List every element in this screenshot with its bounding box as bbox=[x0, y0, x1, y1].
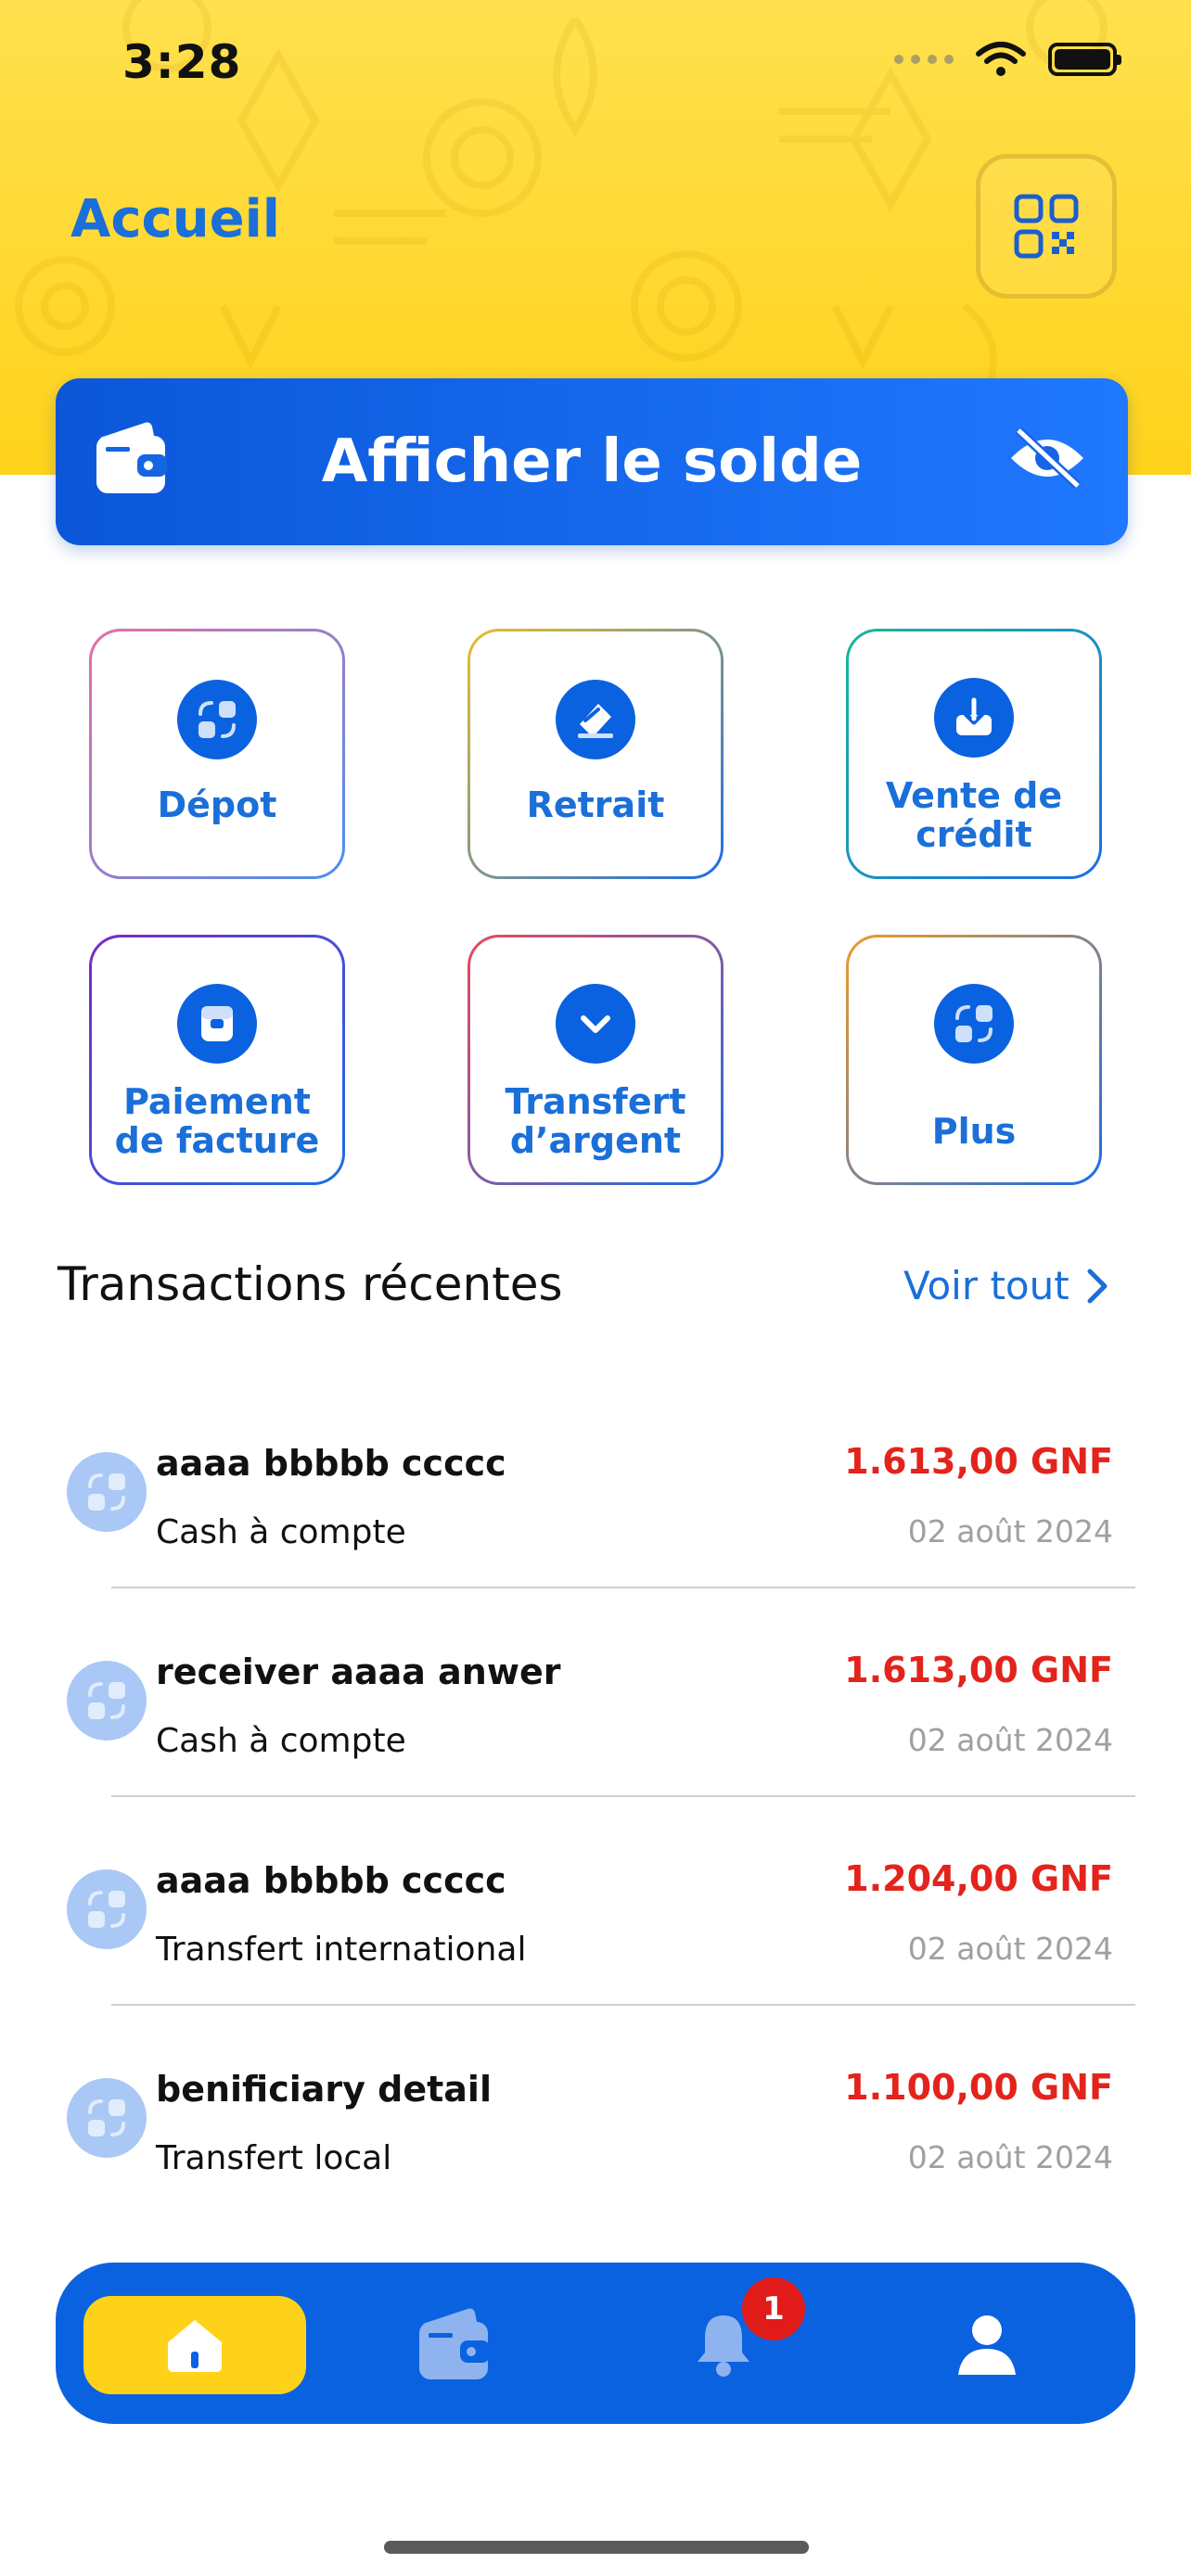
divider bbox=[111, 1587, 1135, 1588]
show-balance-label: Afficher le solde bbox=[321, 427, 863, 496]
service-money-transfer[interactable]: Transfert d’argent bbox=[467, 935, 724, 1185]
store-icon bbox=[177, 984, 257, 1064]
nav-home[interactable] bbox=[83, 2296, 306, 2394]
eye-off-icon[interactable] bbox=[1007, 425, 1087, 491]
chevron-right-icon bbox=[1087, 1269, 1108, 1303]
transaction-row[interactable]: aaaa bbbbb ccccc Cash à compte 1.613,00 … bbox=[0, 1391, 1191, 1600]
exchange-icon bbox=[67, 1661, 147, 1741]
nav-wallet[interactable] bbox=[343, 2296, 566, 2394]
nav-notifications[interactable]: 1 bbox=[612, 2277, 835, 2394]
qr-code-icon bbox=[1014, 194, 1079, 259]
transaction-date: 02 août 2024 bbox=[907, 1722, 1113, 1758]
transaction-date: 02 août 2024 bbox=[907, 1513, 1113, 1549]
wallet-icon bbox=[419, 2308, 490, 2379]
transaction-amount: 1.613,00 GNF bbox=[844, 1650, 1113, 1690]
nav-profile[interactable] bbox=[876, 2296, 1098, 2394]
section-title: Transactions récentes bbox=[58, 1257, 563, 1311]
see-all-link[interactable]: Voir tout bbox=[903, 1263, 1108, 1308]
transaction-name: aaaa bbbbb ccccc bbox=[156, 1443, 506, 1484]
transaction-amount: 1.100,00 GNF bbox=[844, 2067, 1113, 2108]
divider bbox=[111, 1795, 1135, 1797]
bottom-nav: 1 bbox=[56, 2263, 1135, 2424]
exchange-icon bbox=[177, 680, 257, 759]
exchange-icon bbox=[67, 1869, 147, 1949]
page-title: Accueil bbox=[70, 189, 280, 249]
transaction-type: Cash à compte bbox=[156, 1722, 406, 1760]
eraser-icon bbox=[556, 680, 635, 759]
battery-icon bbox=[1048, 43, 1121, 76]
exchange-icon bbox=[67, 1452, 147, 1532]
service-bill-payment[interactable]: Paiement de facture bbox=[89, 935, 345, 1185]
transaction-row[interactable]: benificiary detail Transfert local 1.100… bbox=[0, 2017, 1191, 2225]
status-icons bbox=[894, 41, 1121, 78]
exchange-icon bbox=[934, 984, 1014, 1064]
status-time: 3:28 bbox=[122, 35, 242, 89]
transaction-type: Transfert local bbox=[156, 2139, 392, 2177]
exchange-icon bbox=[67, 2078, 147, 2158]
service-label: Dépot bbox=[157, 784, 277, 825]
download-tray-icon bbox=[934, 678, 1014, 758]
divider bbox=[111, 2004, 1135, 2006]
transaction-name: benificiary detail bbox=[156, 2069, 492, 2110]
show-balance-button[interactable]: Afficher le solde bbox=[56, 378, 1128, 545]
transaction-name: aaaa bbbbb ccccc bbox=[156, 1860, 506, 1901]
service-label: Transfert d’argent bbox=[505, 1081, 686, 1161]
transaction-date: 02 août 2024 bbox=[907, 2139, 1113, 2175]
service-credit-sale[interactable]: Vente de crédit bbox=[846, 629, 1102, 879]
wifi-icon bbox=[976, 42, 1026, 76]
home-indicator bbox=[384, 2541, 809, 2554]
see-all-label: Voir tout bbox=[903, 1263, 1069, 1308]
service-withdrawal[interactable]: Retrait bbox=[467, 629, 724, 879]
user-icon bbox=[958, 2315, 1016, 2375]
transaction-amount: 1.204,00 GNF bbox=[844, 1858, 1113, 1899]
home-icon bbox=[168, 2320, 222, 2372]
transaction-date: 02 août 2024 bbox=[907, 1931, 1113, 1967]
qr-scan-button[interactable] bbox=[976, 154, 1117, 299]
wallet-icon bbox=[96, 422, 167, 493]
notification-badge: 1 bbox=[742, 2277, 805, 2340]
service-label: Plus bbox=[931, 1111, 1017, 1152]
service-more[interactable]: Plus bbox=[846, 935, 1102, 1185]
chevron-down-icon bbox=[556, 984, 635, 1064]
transaction-row[interactable]: receiver aaaa anwer Cash à compte 1.613,… bbox=[0, 1600, 1191, 1808]
service-label: Paiement de facture bbox=[114, 1081, 320, 1161]
transaction-name: receiver aaaa anwer bbox=[156, 1651, 561, 1692]
transaction-type: Cash à compte bbox=[156, 1513, 406, 1551]
transaction-type: Transfert international bbox=[156, 1931, 527, 1969]
transaction-row[interactable]: aaaa bbbbb ccccc Transfert international… bbox=[0, 1808, 1191, 2017]
service-label: Vente de crédit bbox=[885, 775, 1063, 855]
signal-icon bbox=[894, 55, 954, 64]
transaction-amount: 1.613,00 GNF bbox=[844, 1441, 1113, 1482]
service-deposit[interactable]: Dépot bbox=[89, 629, 345, 879]
service-label: Retrait bbox=[526, 784, 665, 825]
